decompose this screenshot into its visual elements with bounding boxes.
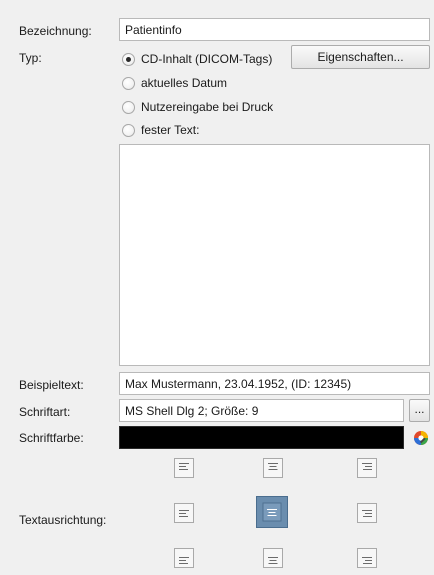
typ-option-cd-inhalt[interactable]: CD-Inhalt (DICOM-Tags)	[122, 50, 272, 68]
typ-label: Typ:	[19, 51, 42, 65]
typ-option-aktuelles-datum[interactable]: aktuelles Datum	[122, 74, 227, 92]
typ-option-label: Nutzereingabe bei Druck	[141, 100, 274, 114]
schriftfarbe-swatch[interactable]	[119, 426, 404, 449]
beispieltext-label: Beispieltext:	[19, 378, 84, 392]
align-middle-center-button[interactable]	[256, 496, 288, 528]
textausrichtung-label: Textausrichtung:	[19, 513, 107, 527]
align-top-center-icon	[268, 463, 278, 470]
color-wheel-icon[interactable]	[413, 430, 429, 446]
radio-button[interactable]	[122, 100, 135, 114]
align-top-center-button[interactable]	[263, 458, 283, 478]
schriftart-label: Schriftart:	[19, 405, 71, 419]
typ-option-label: aktuelles Datum	[141, 76, 228, 90]
schriftfarbe-label: Schriftfarbe:	[19, 431, 84, 445]
typ-option-fester-text[interactable]: fester Text:	[122, 121, 199, 139]
eigenschaften-button[interactable]: Eigenschaften...	[291, 45, 430, 69]
align-bottom-right-button[interactable]	[357, 548, 377, 568]
typ-option-label: CD-Inhalt (DICOM-Tags)	[141, 52, 273, 66]
radio-button[interactable]	[122, 76, 135, 90]
align-bottom-center-button[interactable]	[263, 548, 283, 568]
bezeichnung-input[interactable]: Patientinfo	[119, 18, 430, 41]
beispieltext-field: Max Mustermann, 23.04.1952, (ID: 12345)	[119, 372, 430, 395]
align-middle-left-icon	[179, 510, 189, 517]
bezeichnung-label: Bezeichnung:	[19, 24, 92, 38]
align-bottom-left-button[interactable]	[174, 548, 194, 568]
align-bottom-right-icon	[362, 557, 372, 564]
typ-option-label: fester Text:	[141, 123, 200, 137]
radio-button[interactable]	[122, 52, 135, 66]
align-top-right-icon	[362, 463, 372, 470]
schriftart-browse-button[interactable]: ...	[409, 399, 430, 422]
align-bottom-left-icon	[179, 557, 189, 564]
typ-option-nutzereingabe[interactable]: Nutzereingabe bei Druck	[122, 98, 273, 116]
align-bottom-center-icon	[268, 557, 278, 564]
align-middle-left-button[interactable]	[174, 503, 194, 523]
align-top-right-button[interactable]	[357, 458, 377, 478]
align-middle-right-button[interactable]	[357, 503, 377, 523]
fester-text-textarea[interactable]	[119, 144, 430, 366]
align-top-left-button[interactable]	[174, 458, 194, 478]
align-middle-right-icon	[362, 510, 372, 517]
align-middle-center-icon	[262, 502, 282, 522]
schriftart-field: MS Shell Dlg 2; Größe: 9	[119, 399, 404, 422]
align-top-left-icon	[179, 463, 189, 470]
radio-button[interactable]	[122, 123, 135, 137]
